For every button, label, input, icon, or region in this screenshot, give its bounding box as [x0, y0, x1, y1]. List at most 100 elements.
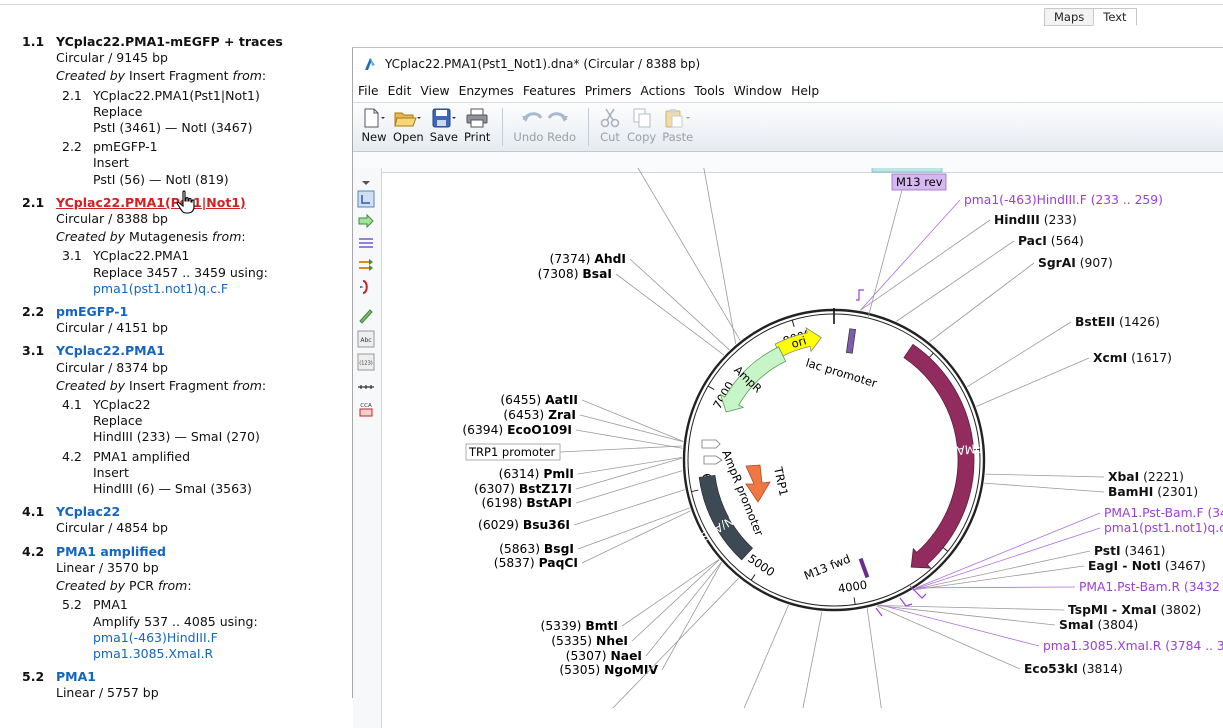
enzyme-leader-line — [876, 605, 1021, 670]
enzyme-name: HindIII — [994, 213, 1040, 227]
history-child-name: PMA1 amplified — [93, 448, 191, 464]
enzyme-leader-line — [984, 482, 1105, 493]
plasmid-map[interactable]: 10002000300040005000600070008000pma1(-46… — [382, 168, 1223, 708]
history-entry-title[interactable]: PMA1 amplified — [56, 544, 342, 560]
feature-arrow-icon[interactable] — [357, 212, 375, 230]
created-by-label: Created by — [56, 68, 126, 84]
print-button[interactable]: Print — [464, 103, 490, 144]
history-primer-link[interactable]: pma1(-463)HindIII.F — [93, 630, 342, 646]
history-entry: 2.2 pmEGFP-1 Circular / 4151 bp — [22, 304, 342, 336]
orf-arrows-icon[interactable] — [357, 256, 375, 274]
enzyme-leader-line — [966, 321, 1072, 388]
history-child: 5.2 PMA1 Amplify 537 .. 4085 using: pma1(-4… — [56, 597, 342, 662]
enzyme-site-label: HindIII (233) — [994, 213, 1077, 227]
menu-primers[interactable]: Primers — [585, 84, 632, 98]
enzyme-name: BmtI — [585, 619, 618, 633]
enzyme-leader-line — [703, 168, 737, 345]
enzyme-name: AatII — [545, 393, 578, 407]
select-tool-icon[interactable] — [357, 190, 375, 208]
primer-label: pma1.3085.XmaI.R (3784 .. 3807 — [1043, 639, 1223, 653]
history-entry-title[interactable]: YCplac22 — [56, 504, 342, 520]
cut-button[interactable]: Cut — [599, 103, 621, 144]
top-border — [0, 0, 1223, 5]
copy-pages-icon — [633, 108, 651, 128]
numbers-icon[interactable]: (123) — [357, 353, 375, 371]
menu-actions[interactable]: Actions — [640, 84, 685, 98]
primer-label: pma1(pst1.not1)q.c.F (3 — [1104, 521, 1223, 535]
enzyme-name: PstI — [1094, 544, 1121, 558]
enzyme-site-label: (6394) EcoO109I — [462, 423, 572, 437]
enzyme-name: NheI — [596, 634, 628, 648]
menu-help[interactable]: Help — [791, 84, 819, 98]
menu-file[interactable]: File — [358, 84, 379, 98]
tab-maps[interactable]: Maps — [1044, 8, 1095, 26]
menu-view[interactable]: View — [420, 84, 449, 98]
window-title: YCplac22.PMA1(Pst1_Not1).dna* (Circular … — [385, 57, 701, 71]
site-position: (6314) — [499, 467, 544, 481]
enzyme-site-label: XcmI (1617) — [1093, 351, 1172, 365]
site-position: (6198) — [482, 496, 527, 510]
history-child-number: 2.2 — [62, 139, 82, 155]
history-entry-title[interactable]: PMA1 — [56, 669, 342, 685]
created-operation: Insert Fragment — [125, 68, 233, 84]
created-by-label: Created by — [56, 578, 126, 594]
bp-tick-label: 4000 — [837, 578, 868, 596]
plasmid-map-canvas: 10002000300040005000600070008000pma1(-46… — [462, 168, 1223, 708]
undo-redo-icon — [521, 112, 568, 122]
site-position: (5305) — [559, 663, 604, 677]
history-created-by: Created by Insert Fragment from: — [56, 68, 267, 84]
new-file-icon — [364, 108, 385, 128]
history-created-by: Created by PCR from: — [56, 578, 192, 594]
save-button[interactable]: Save — [430, 103, 458, 144]
enzyme-site-label: BstEII (1426) — [1075, 315, 1160, 329]
new-button[interactable]: New — [361, 103, 387, 144]
feature-label: PMA1 — [948, 441, 983, 459]
enzyme-name: BstEII — [1075, 315, 1115, 329]
copy-button[interactable]: Copy — [627, 103, 656, 144]
history-child-detail: Replace 3457 .. 3459 using: — [93, 264, 268, 280]
primer-name: pma1(pst1.not1)q.c.F — [1104, 521, 1223, 535]
enzyme-site-label: PstI (3461) — [1094, 544, 1165, 558]
history-entry-info: Circular / 4151 bp — [56, 320, 168, 336]
history-entry-number: 5.2 — [22, 669, 45, 685]
text-label-icon[interactable]: Abc — [357, 330, 375, 348]
history-primer-link[interactable]: pma1.3085.XmaI.R — [93, 646, 342, 662]
site-position: (5307) — [566, 649, 611, 663]
history-primer-link[interactable]: pma1(pst1.not1)q.c.F — [93, 281, 342, 297]
enzyme-name: PaqCI — [539, 556, 578, 570]
menu-features[interactable]: Features — [523, 84, 576, 98]
ruler-icon[interactable] — [357, 378, 375, 396]
history-child: 2.1 YCplac22.PMA1(Pst1|Not1) Replace PstI (… — [56, 88, 342, 137]
enzyme-name: PmlI — [543, 467, 574, 481]
paste-button[interactable]: Paste — [662, 103, 693, 144]
toolbar-separator — [588, 108, 590, 146]
primer-label: pma1(-463)HindIII.F (233 .. 259) — [964, 193, 1163, 207]
history-entry-title[interactable]: pmEGFP-1 — [56, 304, 342, 320]
enzyme-lines-icon[interactable] — [357, 234, 375, 252]
history-entry-number: 2.1 — [22, 194, 45, 210]
undo-redo-button[interactable]: Undo Redo — [513, 103, 576, 144]
enzyme-leader-line — [802, 611, 823, 708]
menu-window[interactable]: Window — [734, 84, 783, 98]
site-position: (6455) — [500, 393, 545, 407]
menu-tools[interactable]: Tools — [694, 84, 724, 98]
menu-enzymes[interactable]: Enzymes — [459, 84, 514, 98]
history-entry-info: Circular / 4854 bp — [56, 520, 168, 536]
enzyme-site-label: SgrAI (907) — [1038, 256, 1113, 270]
bp-tick-mark — [853, 597, 856, 605]
enzyme-name: ZraI — [548, 408, 576, 422]
menu-edit[interactable]: Edit — [388, 84, 412, 98]
sequence-cca-icon[interactable]: CCA — [357, 400, 375, 418]
open-button[interactable]: Open — [393, 103, 424, 144]
tab-text[interactable]: Text — [1093, 8, 1137, 26]
pencil-icon[interactable] — [357, 306, 375, 324]
primer-bracket-icon[interactable] — [357, 278, 375, 296]
clipboard-icon — [665, 109, 690, 128]
bp-tick-label: 5000 — [745, 551, 777, 579]
enzyme-site-label: (6029) Bsu36I — [478, 518, 570, 532]
history-entry-number: 4.1 — [22, 504, 45, 520]
history-entry-number: 4.2 — [22, 543, 45, 559]
history-entry-title[interactable]: YCplac22.PMA1 — [56, 343, 342, 359]
enzyme-name: SgrAI — [1038, 256, 1076, 270]
history-entry-title[interactable]: YCplac22.PMA1(Pst1|Not1) — [56, 195, 342, 211]
